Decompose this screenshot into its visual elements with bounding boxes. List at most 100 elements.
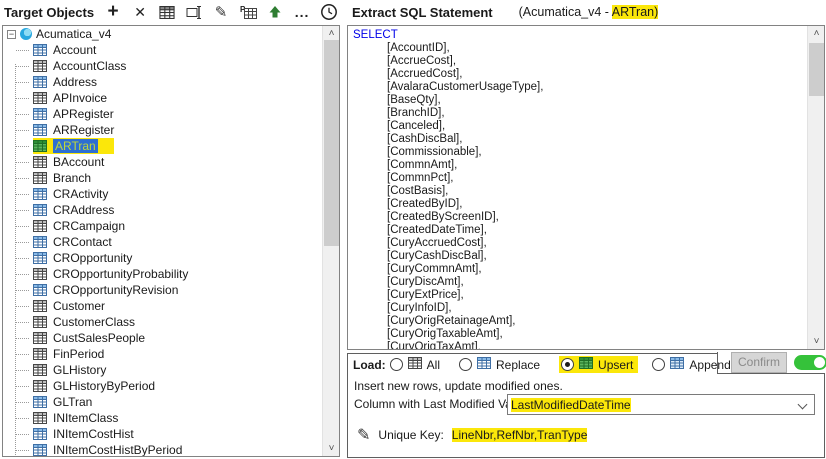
- load-option-replace[interactable]: Replace: [459, 357, 540, 372]
- tree-item-crcontact[interactable]: CRContact: [3, 234, 322, 250]
- sql-column-line: [CuryCashDiscBal],: [348, 250, 806, 263]
- confirm-button[interactable]: Confirm: [731, 352, 787, 373]
- table-icon: [33, 156, 47, 168]
- table-icon: [33, 92, 47, 104]
- tree-item-finperiod[interactable]: FinPeriod: [3, 346, 322, 362]
- tree-item-cropportunityrevision[interactable]: CROpportunityRevision: [3, 282, 322, 298]
- tree-item-initemcosthist[interactable]: INItemCostHist: [3, 426, 322, 442]
- tree-item-cropportunity[interactable]: CROpportunity: [3, 250, 322, 266]
- sql-scrollbar-thumb[interactable]: [809, 43, 824, 96]
- context-table-highlight: ARTran): [612, 5, 659, 19]
- tree-item-cractivity[interactable]: CRActivity: [3, 186, 322, 202]
- chevron-down-icon: [798, 400, 808, 410]
- scroll-down-icon[interactable]: ˅: [323, 441, 340, 456]
- rename-icon[interactable]: [185, 2, 203, 22]
- load-option-label: Append: [689, 358, 730, 372]
- tree-item-address[interactable]: Address: [3, 74, 322, 90]
- tree-connector: [16, 434, 29, 435]
- radio-icon[interactable]: [459, 358, 472, 371]
- unique-key-label: Unique Key:: [378, 428, 443, 442]
- collapse-icon[interactable]: −: [7, 30, 16, 39]
- tree-item-initemcosthistbyperiod[interactable]: INItemCostHistByPeriod: [3, 442, 322, 457]
- tree-item-customerclass[interactable]: CustomerClass: [3, 314, 322, 330]
- tree-item-glhistorybyperiod[interactable]: GLHistoryByPeriod: [3, 378, 322, 394]
- table-icon: [33, 140, 47, 152]
- tree-connector: [16, 130, 29, 131]
- tree-item-customer[interactable]: Customer: [3, 298, 322, 314]
- tree-scrollbar-thumb[interactable]: [324, 40, 339, 246]
- radio-icon[interactable]: [652, 358, 665, 371]
- remove-icon[interactable]: ✕: [131, 2, 149, 22]
- load-option-upsert[interactable]: Upsert: [559, 356, 638, 373]
- tree-root-node[interactable]: − Acumatica_v4: [3, 26, 322, 42]
- unique-key-value: LineNbr,RefNbr,TranType: [452, 428, 588, 442]
- enabled-toggle[interactable]: [794, 355, 826, 370]
- tree-item-initemclass[interactable]: INItemClass: [3, 410, 322, 426]
- load-option-all[interactable]: All: [390, 357, 440, 372]
- scroll-down-icon[interactable]: ˅: [808, 334, 825, 349]
- tree-item-apregister[interactable]: APRegister: [3, 106, 322, 122]
- scroll-up-icon[interactable]: ˄: [808, 26, 825, 41]
- table-icon: [579, 357, 593, 372]
- add-icon[interactable]: +: [104, 2, 122, 22]
- sql-scrollbar[interactable]: ˄ ˅: [807, 26, 824, 349]
- load-label: Load:: [353, 358, 386, 372]
- tree-item-cropportunityprobability[interactable]: CROpportunityProbability: [3, 266, 322, 282]
- tree-item-accountclass[interactable]: AccountClass: [3, 58, 322, 74]
- tree-item-apinvoice[interactable]: APInvoice: [3, 90, 322, 106]
- tree-item-label: Account: [53, 43, 96, 57]
- table-icon: [33, 172, 47, 184]
- tree-item-custsalespeople[interactable]: CustSalesPeople: [3, 330, 322, 346]
- radio-icon[interactable]: [561, 358, 574, 371]
- tree-item-glhistory[interactable]: GLHistory: [3, 362, 322, 378]
- scroll-up-icon[interactable]: ˄: [323, 26, 340, 41]
- edit-pencil-icon[interactable]: ✎: [357, 425, 370, 445]
- tree-item-label: ARTran: [53, 139, 98, 153]
- tree-item-craddress[interactable]: CRAddress: [3, 202, 322, 218]
- highlight-tail: [98, 139, 114, 153]
- table-icon: [33, 220, 47, 232]
- table-icon[interactable]: [158, 2, 176, 22]
- toggle-knob: [814, 357, 825, 368]
- tree-item-crcampaign[interactable]: CRCampaign: [3, 218, 322, 234]
- tree-item-label: Address: [53, 75, 97, 89]
- tree-item-artran[interactable]: ARTran: [3, 138, 322, 154]
- tree-scrollbar[interactable]: ˄ ˅: [322, 26, 339, 456]
- sql-statement-editor[interactable]: SELECT[AccountID],[AccrueCost],[AccruedC…: [347, 25, 825, 350]
- sql-column-line: [CuryDiscAmt],: [348, 276, 806, 289]
- tree-connector: [16, 386, 29, 387]
- tree-connector: [16, 354, 29, 355]
- sql-column-line: [CuryExtPrice],: [348, 289, 806, 302]
- load-option-append[interactable]: Append: [652, 357, 730, 372]
- tree-item-arregister[interactable]: ARRegister: [3, 122, 322, 138]
- panel-border: [717, 373, 825, 374]
- tree-connector: [16, 450, 29, 451]
- tree-item-baccount[interactable]: BAccount: [3, 154, 322, 170]
- tree-list: − Acumatica_v4 AccountAccountClassAddres…: [3, 26, 322, 456]
- parameters-icon[interactable]: P: [239, 2, 257, 22]
- panel-border: [347, 353, 348, 457]
- radio-icon[interactable]: [390, 358, 403, 371]
- last-modified-column-select[interactable]: LastModifiedDateTime: [507, 394, 815, 415]
- tree-connector: [16, 242, 29, 243]
- tree-item-label: APInvoice: [53, 91, 107, 105]
- tree-item-label: Customer: [53, 299, 105, 313]
- target-objects-tree[interactable]: − Acumatica_v4 AccountAccountClassAddres…: [2, 25, 340, 457]
- more-icon[interactable]: ...: [293, 2, 311, 22]
- tree-item-gltran[interactable]: GLTran: [3, 394, 322, 410]
- sql-column-line: [Commissionable],: [348, 146, 806, 159]
- left-panel-header: Target Objects +✕✎P...: [0, 0, 345, 24]
- sql-text: SELECT[AccountID],[AccrueCost],[AccruedC…: [348, 29, 806, 350]
- table-icon: [33, 60, 47, 72]
- sql-column-line: [CostBasis],: [348, 185, 806, 198]
- history-icon[interactable]: [320, 2, 338, 22]
- tree-item-label: CRAddress: [53, 203, 114, 217]
- tree-item-label: Branch: [53, 171, 91, 185]
- sql-column-line: [BranchID],: [348, 107, 806, 120]
- table-icon: [33, 300, 47, 312]
- edit-icon[interactable]: ✎: [212, 2, 230, 22]
- tree-item-account[interactable]: Account: [3, 42, 322, 58]
- upload-icon[interactable]: [266, 2, 284, 22]
- tree-item-branch[interactable]: Branch: [3, 170, 322, 186]
- tree-item-label: GLHistoryByPeriod: [53, 379, 155, 393]
